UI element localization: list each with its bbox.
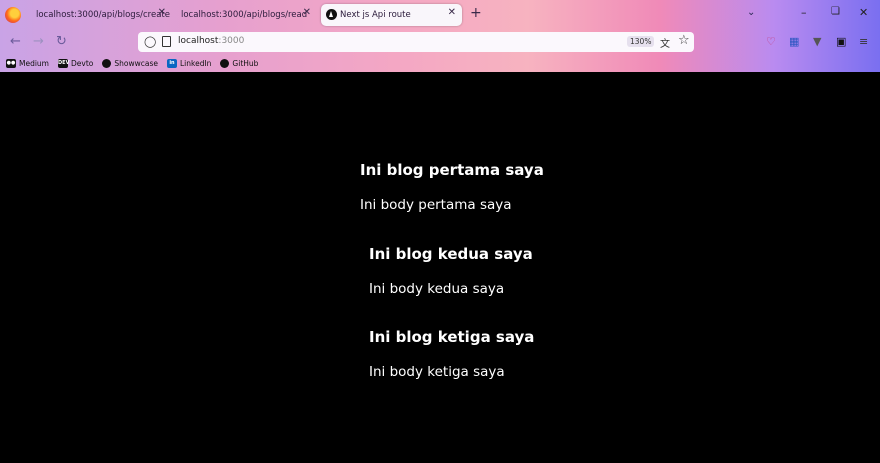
bookmarks-toolbar: ●● Medium DEV Devto Showwcase in LinkedI…	[0, 54, 880, 72]
bookmark-medium[interactable]: ●● Medium	[6, 58, 49, 68]
bookmark-label: LinkedIn	[179, 58, 212, 68]
bookmark-github[interactable]: GitHub	[220, 58, 259, 68]
showwcase-icon	[102, 58, 112, 68]
nav-toolbar: ← → ↻ ◯ localhost:3000 130% 文 ☆ ♡ ▦ ▼ ▣ …	[0, 30, 880, 54]
url-port: :3000	[218, 36, 245, 46]
translate-icon[interactable]: 文	[660, 35, 670, 50]
back-arrow-icon[interactable]: ←	[10, 34, 21, 49]
blog-post: Ini blog ketiga saya Ini body ketiga say…	[369, 328, 534, 380]
page-info-icon[interactable]	[162, 36, 171, 47]
tab-blogs-create[interactable]: localhost:3000/api/blogs/create ✕	[30, 4, 172, 26]
forward-arrow-icon[interactable]: →	[33, 34, 44, 49]
firefox-menu-icon[interactable]	[5, 7, 21, 23]
tab-title: localhost:3000/api/blogs/read	[181, 10, 308, 20]
translate-extension-icon[interactable]: ▦	[789, 35, 799, 48]
zoom-level-badge[interactable]: 130%	[627, 36, 655, 47]
app-menu-icon[interactable]: ≡	[859, 35, 868, 48]
bookmark-showwcase[interactable]: Showwcase	[102, 58, 158, 68]
url-text[interactable]: localhost:3000	[178, 36, 244, 46]
blog-body: Ini body ketiga saya	[369, 364, 505, 380]
extension-a-icon[interactable]: ▣	[836, 35, 846, 48]
blog-body: Ini body kedua saya	[369, 281, 505, 297]
blog-title: Ini blog pertama saya	[360, 161, 544, 179]
tab-blogs-read[interactable]: localhost:3000/api/blogs/read ✕	[175, 4, 317, 26]
blog-post: Ini blog pertama saya Ini body pertama s…	[360, 161, 544, 213]
tab-title: localhost:3000/api/blogs/create	[36, 10, 170, 20]
bookmark-linkedin[interactable]: in LinkedIn	[166, 58, 212, 68]
blog-title: Ini blog ketiga saya	[369, 328, 535, 346]
medium-icon: ●●	[6, 58, 16, 68]
linkedin-icon: in	[166, 58, 177, 68]
bookmark-label: Devto	[71, 58, 94, 68]
bookmark-star-icon[interactable]: ☆	[678, 33, 690, 48]
restore-icon[interactable]: ❏	[831, 6, 840, 17]
devto-icon: DEV	[58, 58, 70, 68]
minimize-icon[interactable]: –	[801, 6, 807, 19]
bookmark-label: GitHub	[232, 58, 259, 68]
tab-close-icon[interactable]: ✕	[303, 7, 311, 18]
bookmark-label: Medium	[19, 58, 49, 68]
tab-title: Next js Api route	[340, 10, 411, 20]
bookmark-devto[interactable]: DEV Devto	[58, 58, 94, 68]
tab-close-icon[interactable]: ✕	[448, 7, 456, 18]
tab-next-api-route[interactable]: Next js Api route ✕	[321, 4, 462, 26]
tab-bar: localhost:3000/api/blogs/create ✕ localh…	[0, 0, 880, 30]
github-icon	[220, 58, 230, 68]
address-bar[interactable]: ◯ localhost:3000 130% 文 ☆	[138, 32, 694, 52]
url-host: localhost	[178, 36, 219, 46]
new-tab-button[interactable]: +	[470, 5, 482, 21]
browser-chrome: localhost:3000/api/blogs/create ✕ localh…	[0, 0, 880, 72]
list-all-tabs-chevron-icon[interactable]: ⌄	[747, 7, 755, 18]
window-close-icon[interactable]: ✕	[859, 6, 868, 19]
blog-title: Ini blog kedua saya	[369, 245, 533, 263]
reload-icon[interactable]: ↻	[56, 34, 67, 49]
blog-post: Ini blog kedua saya Ini body kedua saya	[369, 245, 533, 297]
tracking-protection-shield-icon[interactable]: ◯	[144, 35, 156, 48]
tab-close-icon[interactable]: ✕	[158, 7, 166, 18]
blog-body: Ini body pertama saya	[360, 197, 512, 213]
pocket-icon[interactable]: ♡	[766, 35, 776, 48]
nextjs-favicon-icon	[326, 9, 337, 20]
page-content: Ini blog pertama saya Ini body pertama s…	[0, 72, 880, 463]
extension-funnel-icon[interactable]: ▼	[813, 35, 821, 48]
bookmark-label: Showwcase	[114, 58, 158, 68]
